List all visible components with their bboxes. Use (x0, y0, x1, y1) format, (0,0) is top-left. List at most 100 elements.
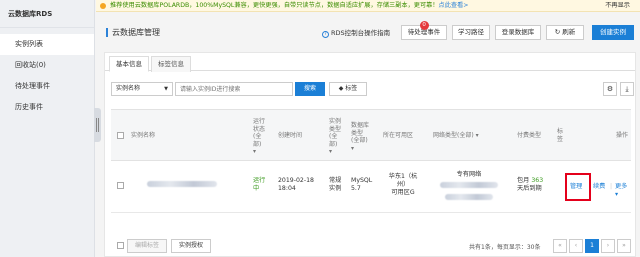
console-guide-link[interactable]: ? RDS控制台操作指南 (322, 27, 390, 38)
manage-link[interactable]: 管理 (570, 183, 582, 191)
col-type-line: (全 (329, 133, 338, 140)
col-status-filter[interactable]: 运行 状态 (全 部) ▾ (253, 118, 265, 156)
billing-days: 363 (531, 177, 544, 184)
col-tag-line: 签 (557, 135, 564, 143)
redacted-text (147, 181, 217, 187)
pending-events-button[interactable]: 待处理事件 0 (401, 21, 447, 40)
page-first[interactable]: « (553, 239, 567, 253)
zone: 华东1（杭 州） 可用区G (383, 173, 423, 197)
notice-icon (100, 3, 106, 9)
billing-type: 包月 (517, 177, 530, 184)
notice-link[interactable]: 点此查看> (439, 2, 469, 9)
redacted-text (445, 194, 493, 200)
col-created-time: 创建时间 (278, 132, 303, 139)
col-network-type[interactable]: 网络类型(全部) ▾ (433, 132, 479, 140)
col-network-label: 网络类型(全部) (433, 132, 474, 139)
search-field-select[interactable]: 实例名称 ▼ (111, 82, 173, 96)
created-clock: 18:04 (278, 185, 296, 192)
billing-info: 包月 363 天后到期 (517, 177, 543, 193)
col-db-type-line: (全部) (351, 137, 368, 144)
col-type-line: 实例 (329, 118, 342, 125)
db-version: 5.7 (351, 185, 361, 192)
console-guide-label: RDS控制台操作指南 (331, 29, 391, 37)
col-operations: 操作 (616, 132, 629, 139)
page-last[interactable]: » (617, 239, 631, 253)
help-icon: ? (322, 31, 329, 38)
filter-toolbar: 实例名称 ▼ 搜索 ◆ 标签 ⚙ ⤓ (105, 81, 635, 99)
sidebar-item-history-events[interactable]: 历史事件 (0, 97, 94, 118)
network-label: 专有网络 (456, 171, 482, 178)
col-type-filter[interactable]: 实例 类型 (全 部) ▾ (329, 118, 341, 156)
network-type: 专有网络 (429, 171, 509, 203)
learning-path-button[interactable]: 学习路径 (452, 25, 490, 40)
page-current[interactable]: 1 (585, 239, 599, 253)
created-date: 2019-02-18 (278, 177, 314, 184)
select-all-checkbox[interactable] (117, 132, 124, 139)
notice-text: 推荐使用云数据库POLARDB，100%MySQL兼容，更快更强，自带只读节点，… (110, 2, 439, 9)
col-db-type-line: 数据库 (351, 122, 370, 129)
col-db-type-line: 类型 (351, 129, 364, 137)
edit-tags-button[interactable]: 编辑标签 (127, 239, 167, 253)
db-engine: MySQL (351, 177, 373, 184)
tag-filter-button[interactable]: ◆ 标签 (329, 82, 367, 96)
zone-line: 州） (396, 181, 410, 188)
settings-gear-icon[interactable]: ⚙ (603, 82, 617, 96)
caret-down-icon: ▾ (329, 148, 333, 155)
more-label: 更多 (615, 183, 628, 190)
col-status-line: 部) (253, 140, 262, 148)
sidebar-collapse-handle[interactable] (94, 108, 101, 142)
col-tag: 标 签 (557, 128, 563, 143)
zone-line: 华东1（杭 (388, 173, 418, 180)
sidebar-title: 云数据库RDS (0, 0, 94, 28)
db-type: MySQL 5.7 (351, 177, 372, 193)
row-checkbox[interactable] (117, 182, 124, 189)
col-type-line: 部) (329, 140, 338, 148)
search-button[interactable]: 搜索 (295, 82, 325, 96)
instance-name-redacted[interactable] (147, 181, 217, 190)
col-db-type-filter[interactable]: 数据库 类型 (全部) ▾ (351, 122, 369, 152)
page-title: 云数据库管理 (106, 28, 160, 37)
caret-down-icon: ▾ (253, 148, 257, 155)
col-status-line: 运行 (253, 118, 266, 125)
col-type-line: 类型 (329, 125, 342, 133)
table-footer: 编辑标签 实例授权 共有1条，每页显示：30条 « ‹ 1 › » (105, 239, 635, 257)
renew-link[interactable]: 续费 (593, 183, 605, 191)
create-instance-button[interactable]: 创建实例 (592, 25, 634, 40)
more-dropdown[interactable]: 更多 ▾ (615, 183, 631, 199)
zone-line: 可用区G (391, 189, 415, 196)
sidebar: 云数据库RDS 实例列表 回收站(0) 待处理事件 历史事件 (0, 0, 101, 257)
sidebar-item-instances[interactable]: 实例列表 (0, 34, 94, 55)
col-status-line: 状态 (253, 125, 266, 133)
sidebar-item-recycle-bin[interactable]: 回收站(0) (0, 55, 94, 76)
tag-icon: ◆ (338, 85, 344, 92)
page-next[interactable]: › (601, 239, 615, 253)
search-input[interactable] (175, 82, 293, 96)
footer-select-all-checkbox[interactable] (117, 242, 124, 249)
col-zone: 所在可用区 (383, 132, 414, 139)
pagination-total: 共有1条，每页显示：30条 (469, 244, 541, 251)
grant-permission-button[interactable]: 实例授权 (171, 239, 211, 253)
chevron-down-icon: ▼ (164, 86, 168, 92)
search-field-value: 实例名称 (116, 85, 141, 92)
notice-dismiss[interactable]: 不再显示 (605, 0, 630, 11)
billing-expiry: 天后到期 (517, 185, 542, 192)
login-database-button[interactable]: 登录数据库 (495, 25, 541, 40)
refresh-button[interactable]: ↻ 刷新 (546, 25, 584, 40)
col-billing-type: 付费类型 (517, 132, 542, 139)
tab-basic-info[interactable]: 基本信息 (109, 56, 149, 72)
tag-filter-label: 标签 (345, 85, 358, 92)
table-header: 实例名称 运行 状态 (全 部) ▾ 创建时间 实例 类型 (全 部) ▾ 数据… (111, 109, 631, 161)
tab-bar: 基本信息 标签信息 (105, 53, 635, 72)
instance-status: 运行 中 (253, 177, 265, 193)
page-prev[interactable]: ‹ (569, 239, 583, 253)
instance-type: 常规 实例 (329, 177, 341, 193)
sidebar-item-pending-events[interactable]: 待处理事件 (0, 76, 94, 97)
redacted-text (440, 182, 498, 188)
export-icon[interactable]: ⤓ (620, 82, 634, 96)
col-tag-line: 标 (557, 128, 564, 135)
caret-down-icon: ▾ (351, 144, 355, 152)
main-panel: 基本信息 标签信息 实例名称 ▼ 搜索 ◆ 标签 ⚙ ⤓ 实例名称 运行 状态 … (104, 52, 636, 257)
tab-tag-info[interactable]: 标签信息 (151, 56, 191, 72)
table-row: 运行 中 2019-02-18 18:04 常规 实例 MySQL 5.7 华东… (111, 161, 631, 213)
refresh-icon: ↻ (554, 28, 561, 36)
